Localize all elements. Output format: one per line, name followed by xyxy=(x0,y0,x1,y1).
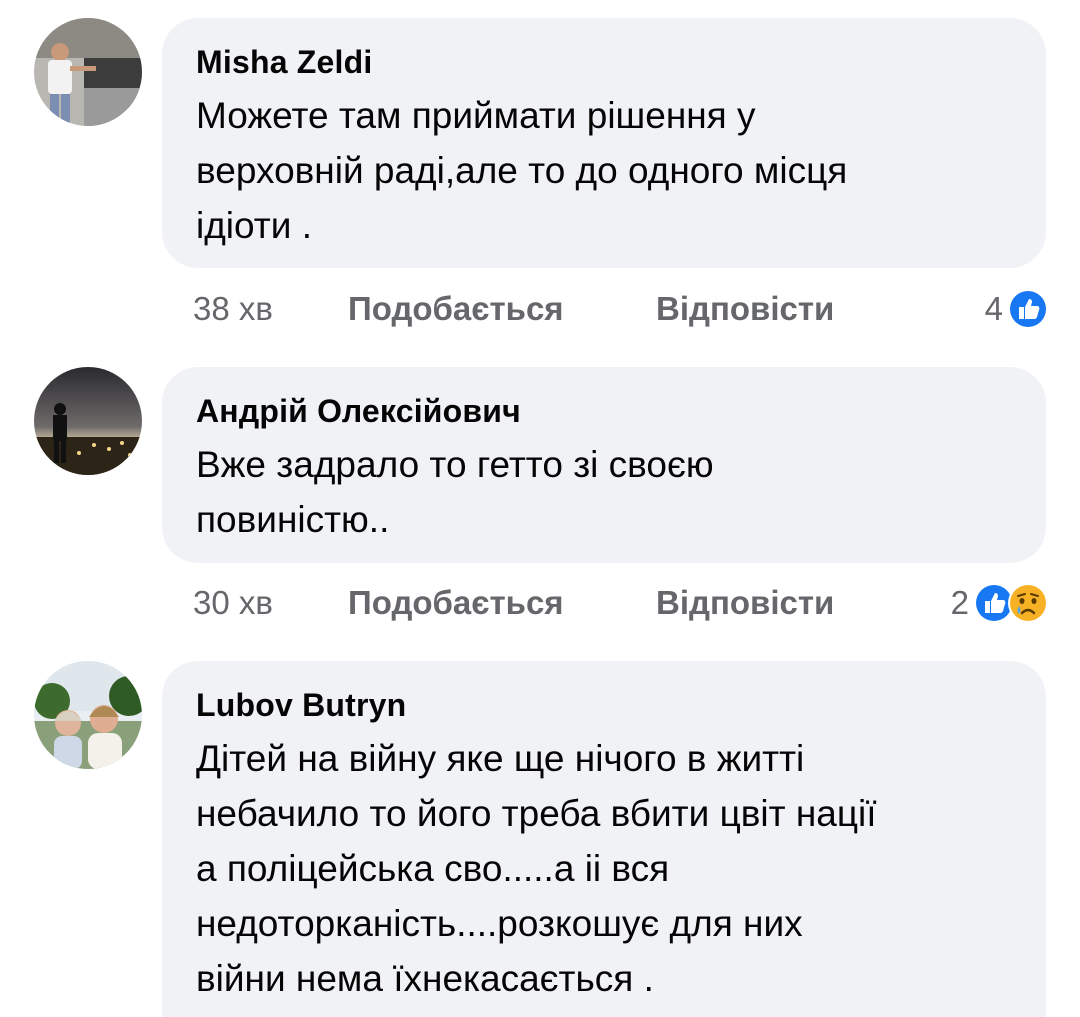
comment-time[interactable]: 30 хв xyxy=(193,584,273,622)
avatar[interactable] xyxy=(34,661,142,769)
like-button[interactable]: Подобається xyxy=(348,584,564,622)
comment-bubble: Lubov Butryn Дітей на війну яке ще нічог… xyxy=(162,661,1046,1017)
reply-button[interactable]: Відповісти xyxy=(656,584,834,622)
comment-bubble: Андрій Олексійович Вже задрало то гетто … xyxy=(162,367,1046,563)
reply-button[interactable]: Відповісти xyxy=(656,290,834,328)
comment-author[interactable]: Lubov Butryn xyxy=(196,685,1012,725)
comment-author[interactable]: Misha Zeldi xyxy=(196,42,1012,82)
like-button[interactable]: Подобається xyxy=(348,290,564,328)
avatar-photo xyxy=(34,367,142,475)
sad-icon xyxy=(1007,582,1049,624)
reactions-summary[interactable]: 4 xyxy=(985,286,1049,332)
reaction-count: 2 xyxy=(950,584,969,621)
avatar[interactable] xyxy=(34,367,142,475)
comment-actions: 38 хв Подобається Відповісти 4 xyxy=(193,289,1049,334)
comment-time[interactable]: 38 хв xyxy=(193,290,273,328)
comment-author[interactable]: Андрій Олексійович xyxy=(196,391,1012,431)
reactions-summary[interactable]: 2 xyxy=(951,580,1049,626)
comment-bubble: Misha Zeldi Можете там приймати рішення … xyxy=(162,18,1046,268)
reaction-count: 4 xyxy=(984,290,1003,327)
comment-actions: 30 хв Подобається Відповісти 2 xyxy=(193,583,1049,628)
avatar-photo xyxy=(34,661,142,769)
avatar-photo xyxy=(34,18,142,126)
like-icon xyxy=(1007,288,1049,330)
comment-text: Можете там приймати рішення у верховній … xyxy=(196,95,848,246)
avatar[interactable] xyxy=(34,18,142,126)
comment-text: Вже задрало то гетто зі своєю повиністю.… xyxy=(196,444,714,540)
comment-text: Дітей на війну яке ще нічого в житті неб… xyxy=(196,738,877,999)
